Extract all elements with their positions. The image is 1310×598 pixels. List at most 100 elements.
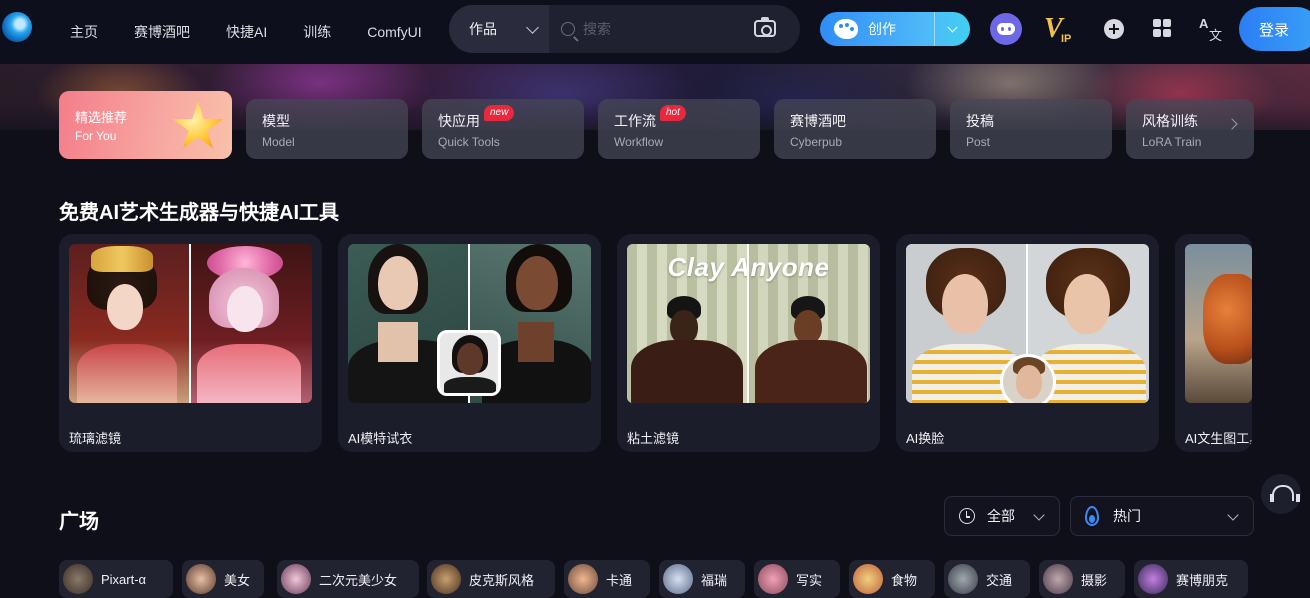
tag-thumbnail	[63, 564, 93, 594]
tab-label: 投稿	[966, 113, 994, 129]
time-filter-value: 全部	[987, 508, 1015, 524]
login-button[interactable]: 登录	[1239, 7, 1310, 51]
create-label: 创作	[868, 21, 896, 37]
top-header: 主页 赛博酒吧 快捷AI 训练 ComfyUI 作品 创作 V IP A 文	[0, 0, 1310, 64]
tag-label: 写实	[796, 572, 823, 588]
tab-label: 风格训练	[1142, 113, 1198, 129]
tag-label: 交通	[986, 572, 1013, 588]
tag-cyberpunk[interactable]: 赛博朋克	[1134, 560, 1248, 598]
tab-sublabel: Quick Tools	[438, 135, 500, 149]
tool-label: AI换脸	[906, 431, 945, 446]
language-icon[interactable]: A 文	[1199, 16, 1225, 43]
tag-pixar-style[interactable]: 皮克斯风格	[427, 560, 555, 598]
hot-badge: hot	[660, 105, 686, 121]
tool-card-ai-try-on[interactable]: AI模特试衣	[338, 234, 601, 452]
nav-comfyui[interactable]: ComfyUI	[367, 24, 421, 40]
tag-thumbnail	[568, 564, 598, 594]
site-logo-icon[interactable]	[2, 12, 32, 42]
tag-transport[interactable]: 交通	[944, 560, 1030, 598]
tag-beauty[interactable]: 美女	[182, 560, 264, 598]
tool-label: 粘土滤镜	[627, 431, 680, 446]
sort-filter-select[interactable]: 热门	[1070, 496, 1254, 536]
discord-icon[interactable]	[990, 13, 1022, 45]
vip-label: IP	[1061, 33, 1072, 45]
tab-label: 赛博酒吧	[790, 113, 846, 129]
palette-icon	[834, 19, 858, 39]
tool-label: AI模特试衣	[348, 431, 413, 446]
tab-post[interactable]: 投稿 Post	[950, 99, 1112, 159]
tag-label: 摄影	[1081, 572, 1108, 588]
tab-sublabel: LoRA Train	[1142, 135, 1202, 149]
search-type-select[interactable]: 作品	[449, 5, 549, 53]
tool-thumbnail	[906, 244, 1149, 403]
tag-label: 二次元美少女	[319, 572, 398, 588]
tab-label: 工作流	[614, 113, 656, 129]
tool-label: AI文生图工具	[1185, 431, 1252, 446]
tab-label: 模型	[262, 113, 290, 129]
tag-label: Pixart-α	[101, 571, 147, 587]
tool-card-glass-filter[interactable]: 琉璃滤镜	[59, 234, 322, 452]
chevron-down-icon	[1033, 509, 1045, 521]
create-button[interactable]: 创作	[820, 12, 934, 46]
tag-thumbnail	[431, 564, 461, 594]
nav-train[interactable]: 训练	[303, 22, 331, 42]
tool-label: 琉璃滤镜	[69, 431, 122, 446]
chevron-down-icon	[1227, 509, 1239, 521]
customer-support-icon[interactable]	[1261, 474, 1301, 514]
tag-anime-girl[interactable]: 二次元美少女	[277, 560, 419, 598]
tag-cartoon[interactable]: 卡通	[564, 560, 650, 598]
chevron-down-icon	[947, 22, 958, 32]
nav-cyberpub[interactable]: 赛博酒吧	[134, 22, 190, 42]
tab-model[interactable]: 模型 Model	[246, 99, 408, 159]
tab-sublabel: Workflow	[614, 135, 664, 149]
tool-card-face-swap[interactable]: AI换脸	[896, 234, 1159, 452]
reference-thumbnail	[437, 330, 501, 396]
tool-thumbnail	[69, 244, 312, 403]
tab-sublabel: Cyberpub	[790, 135, 843, 149]
tag-food[interactable]: 食物	[849, 560, 935, 598]
compare-divider	[189, 244, 191, 403]
nav-quick-ai[interactable]: 快捷AI	[226, 22, 267, 42]
tool-thumbnail	[348, 244, 591, 403]
apps-grid-icon[interactable]	[1153, 19, 1171, 37]
tag-label: 赛博朋克	[1176, 572, 1229, 588]
camera-search-icon[interactable]	[754, 17, 776, 37]
section-title: 免费AI艺术生成器与快捷AI工具	[59, 202, 339, 224]
chevron-down-icon	[526, 21, 539, 34]
tool-thumbnail: Clay Anyone	[627, 244, 870, 403]
sort-filter-value: 热门	[1113, 508, 1141, 524]
tab-workflow[interactable]: 工作流 Workflow hot	[598, 99, 760, 159]
reference-face-thumbnail	[1000, 354, 1056, 403]
add-icon[interactable]	[1104, 19, 1124, 39]
plaza-title: 广场	[59, 511, 99, 533]
main-nav: 主页 赛博酒吧 快捷AI 训练 ComfyUI	[70, 0, 458, 64]
search-type-label: 作品	[469, 21, 497, 37]
compare-divider	[747, 244, 749, 403]
tag-label: 福瑞	[701, 572, 728, 588]
tag-realistic[interactable]: 写实	[754, 560, 840, 598]
tab-lora-train[interactable]: 风格训练 LoRA Train	[1126, 99, 1254, 159]
search-icon	[561, 22, 575, 36]
tag-label: 卡通	[606, 572, 633, 588]
tag-label: 美女	[224, 572, 251, 588]
tab-for-you[interactable]: 精选推荐 For You	[59, 91, 232, 159]
tag-photography[interactable]: 摄影	[1039, 560, 1125, 598]
tag-thumbnail	[186, 564, 216, 594]
time-filter-select[interactable]: 全部	[944, 496, 1060, 536]
tab-quick-tools[interactable]: 快应用 Quick Tools new	[422, 99, 584, 159]
create-dropdown-button[interactable]	[935, 12, 970, 46]
tag-label: 皮克斯风格	[469, 572, 535, 588]
tab-sublabel: Post	[966, 135, 991, 149]
tab-cyberpub[interactable]: 赛博酒吧 Cyberpub	[774, 99, 936, 159]
tool-card-clay-filter[interactable]: Clay Anyone 粘土滤镜	[617, 234, 880, 452]
tool-card-text-to-image[interactable]: AI文生图工具	[1175, 234, 1252, 452]
create-button-group: 创作	[820, 12, 970, 46]
tag-furry[interactable]: 福瑞	[659, 560, 745, 598]
lang-glyph-a: A	[1199, 16, 1209, 31]
tag-thumbnail	[1138, 564, 1168, 594]
search-input[interactable]	[583, 21, 743, 37]
tag-thumbnail	[853, 564, 883, 594]
tag-pixart[interactable]: Pixart-α	[59, 560, 173, 598]
nav-home[interactable]: 主页	[70, 22, 98, 42]
vip-icon[interactable]: V IP	[1044, 13, 1078, 47]
